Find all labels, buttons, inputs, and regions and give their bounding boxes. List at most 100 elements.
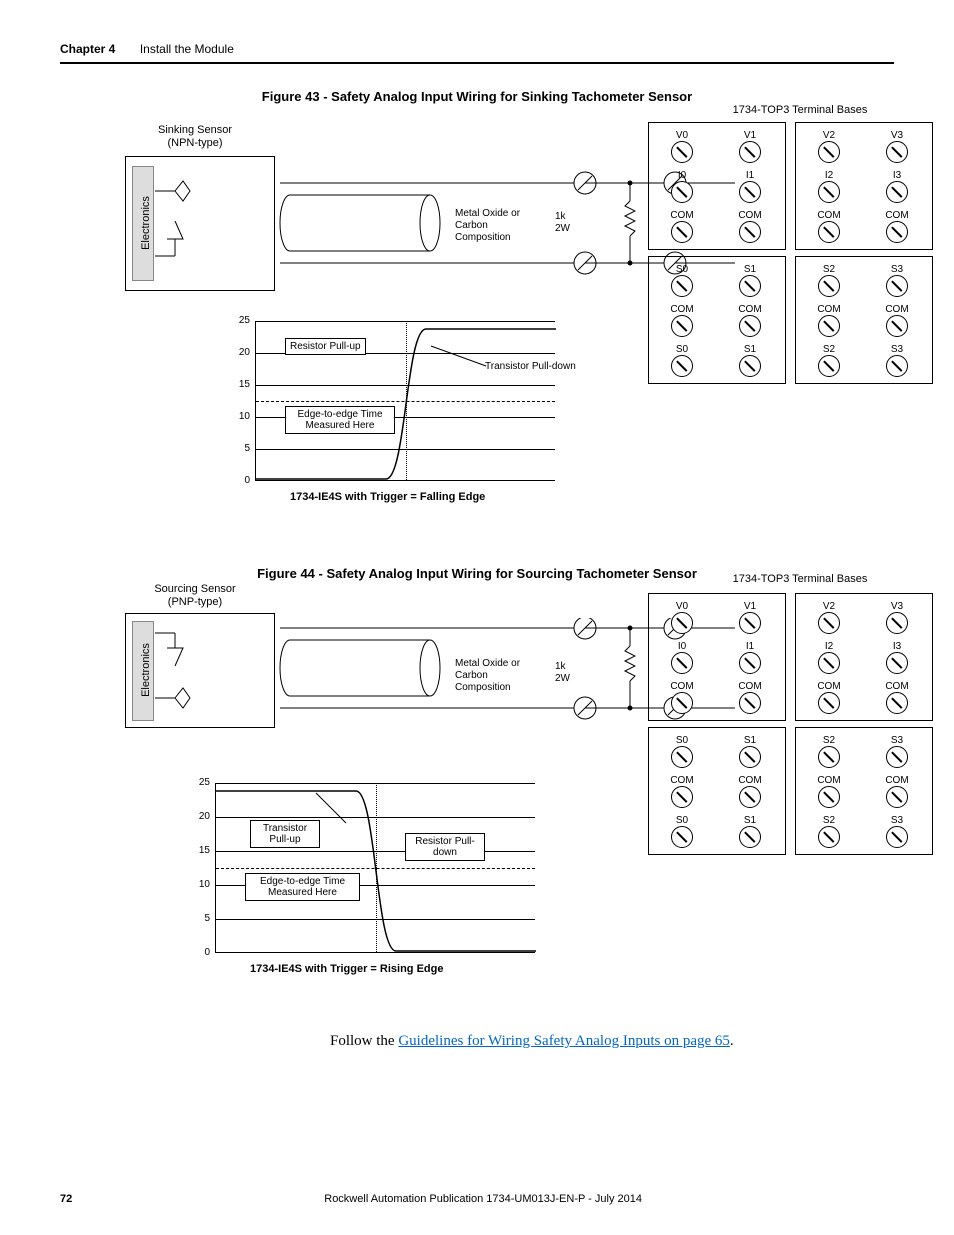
terminal-circle-icon — [739, 612, 761, 634]
terminal-cell: S0 — [660, 815, 704, 850]
terminal-label: S2 — [807, 735, 851, 746]
terminal-cell: V2 — [807, 130, 851, 165]
terminal-circle-icon — [818, 652, 840, 674]
terminal-cell: S1 — [728, 735, 772, 770]
terminal-circle-icon — [671, 692, 693, 714]
chart-curve-44 — [216, 783, 536, 953]
terminal-circle-icon — [739, 355, 761, 377]
terminal-circle-icon — [671, 221, 693, 243]
terminal-circle-icon — [818, 141, 840, 163]
terminal-circle-icon — [739, 181, 761, 203]
terminal-cell: COM — [807, 304, 851, 339]
anno-tpull-44: TransistorPull-up — [250, 820, 320, 848]
terminal-label: S0 — [660, 815, 704, 826]
footer: 72 Rockwell Automation Publication 1734-… — [60, 1193, 894, 1205]
terminal-label: COM — [728, 304, 772, 315]
y44-5: 5 — [190, 913, 210, 924]
ytick-5: 5 — [230, 443, 250, 454]
y44-20: 20 — [190, 811, 210, 822]
terminal-circle-icon — [818, 355, 840, 377]
terminal-label: I1 — [728, 641, 772, 652]
terminal-circle-icon — [739, 826, 761, 848]
terminal-circle-icon — [671, 826, 693, 848]
terminal-cell: COM — [660, 304, 704, 339]
terminal-circle-icon — [886, 181, 908, 203]
terminal-label: COM — [875, 304, 919, 315]
terminal-label: V2 — [807, 601, 851, 612]
terminal-circle-icon — [671, 786, 693, 808]
terminal-circle-icon — [671, 652, 693, 674]
terminal-cell: COM — [660, 775, 704, 810]
terminal-label: S2 — [807, 344, 851, 355]
terminal-circle-icon — [886, 612, 908, 634]
page-number: 72 — [60, 1193, 72, 1205]
terminal-circle-icon — [818, 612, 840, 634]
terminal-cell: COM — [728, 304, 772, 339]
y44-25: 25 — [190, 777, 210, 788]
terminal-circle-icon — [886, 746, 908, 768]
terminal-cell: S0 — [660, 344, 704, 379]
terminal-label: S0 — [660, 735, 704, 746]
terminal-label: COM — [807, 210, 851, 221]
terminal-circle-icon — [671, 275, 693, 297]
terminal-circle-icon — [739, 315, 761, 337]
anno-pullup: Resistor Pull-up — [285, 338, 366, 355]
terminal-label: I3 — [875, 170, 919, 181]
sensor44-l1: Sourcing Sensor — [154, 583, 235, 595]
resistor-value: 1k 2W — [555, 211, 570, 235]
terminal-cell: V3 — [875, 601, 919, 636]
terminal-cell: I1 — [728, 170, 772, 205]
terminal-label: COM — [875, 775, 919, 786]
terminal-label: I3 — [875, 641, 919, 652]
terminal-label: S1 — [728, 344, 772, 355]
terminal-cell: S2 — [807, 264, 851, 299]
anno-pulldown: Transistor Pull-down — [485, 361, 576, 373]
terminal-label: COM — [660, 304, 704, 315]
terminal-cell: S3 — [875, 264, 919, 299]
terminal-label: COM — [728, 775, 772, 786]
terminal-circle-icon — [886, 355, 908, 377]
body-prefix: Follow the — [330, 1033, 398, 1049]
terminal-cell: S3 — [875, 815, 919, 850]
terminal-cell: COM — [728, 210, 772, 245]
terminal-label: I2 — [807, 641, 851, 652]
terminal-circle-icon — [886, 221, 908, 243]
terminal-circle-icon — [671, 181, 693, 203]
terminal-label: S3 — [875, 735, 919, 746]
resistor-value-44: 1k 2W — [555, 661, 570, 685]
terminal-label: S1 — [728, 735, 772, 746]
electronics-text-44: Electronics — [140, 630, 152, 710]
terminal-label: COM — [728, 681, 772, 692]
terminal-circle-icon — [886, 786, 908, 808]
y44-0: 0 — [190, 947, 210, 958]
terminal-circle-icon — [886, 652, 908, 674]
terminal-cell: S2 — [807, 815, 851, 850]
terminal-label: I0 — [660, 170, 704, 181]
guidelines-link[interactable]: Guidelines for Wiring Safety Analog Inpu… — [398, 1033, 730, 1049]
terminal-cell: S1 — [728, 344, 772, 379]
terminal-label: COM — [807, 775, 851, 786]
terminal-circle-icon — [739, 786, 761, 808]
terminal-label: S3 — [875, 264, 919, 275]
terminal-circle-icon — [886, 692, 908, 714]
terminal-circle-icon — [739, 141, 761, 163]
terminal-circle-icon — [886, 275, 908, 297]
terminal-circle-icon — [739, 221, 761, 243]
electronics-box: Electronics — [132, 166, 154, 281]
terminal-label: COM — [807, 304, 851, 315]
terminal-cell: COM — [728, 775, 772, 810]
terminal-label: I1 — [728, 170, 772, 181]
terminal-cell: I2 — [807, 641, 851, 676]
terminal-label: S2 — [807, 815, 851, 826]
sensor-l2: (NPN-type) — [167, 137, 222, 149]
terminal-cell: S2 — [807, 735, 851, 770]
terminal-label: V0 — [660, 130, 704, 141]
terminal-cell: COM — [660, 210, 704, 245]
terminal-circle-icon — [886, 315, 908, 337]
terminal-cell: I2 — [807, 170, 851, 205]
anno-rpull-44: Resistor Pull-down — [405, 833, 485, 861]
y44-15: 15 — [190, 845, 210, 856]
terminal-circle-icon — [818, 692, 840, 714]
chapter-title: Install the Module — [140, 42, 234, 56]
ytick-15: 15 — [230, 379, 250, 390]
